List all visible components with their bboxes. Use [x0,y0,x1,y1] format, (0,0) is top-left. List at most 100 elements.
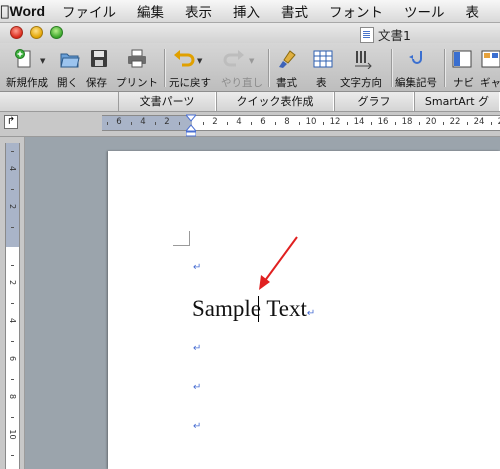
new-document-label: 新規作成 [6,77,48,89]
ruler-tick [443,122,444,125]
tab-stop-selector[interactable]: ↱ [4,115,18,129]
printer-icon [128,49,146,68]
sample-text[interactable]: Sample Text↵ [192,296,315,322]
toolbar-separator [444,49,445,87]
sample-text-content: Sample Text [192,296,307,321]
tab-smartart[interactable]: SmartArt グ [414,92,500,111]
menu-view[interactable]: 表示 [185,1,212,21]
table-icon [313,50,333,68]
window-title-bar: 文書1 [0,23,500,43]
save-floppy-icon [91,50,107,67]
annotation-arrow [259,236,298,290]
text-caret [258,296,259,322]
menu-tools[interactable]: ツール [404,1,445,21]
ruler-tick [11,417,14,418]
paragraph-mark: ↵ [193,262,202,273]
ruler-tick [11,227,14,228]
menu-insert[interactable]: 挿入 [233,1,260,21]
ruler-tick [11,151,14,152]
text-direction-button[interactable]: 文字方向 [340,47,388,89]
undo-icon [174,50,195,67]
ruler-number: 4 [8,317,17,324]
zoom-window-button[interactable] [50,26,63,39]
redo-button[interactable]: ▼ やり直し [219,47,263,89]
ruler-number: 4 [8,165,17,172]
ruler-number: 6 [116,117,122,127]
undo-button[interactable]: ▼ 元に戻す [169,47,215,89]
formatting-marks-icon [409,51,422,64]
format-label: 書式 [276,77,297,89]
margin-corner-mark [173,231,190,246]
document-title-text: 文書1 [378,28,411,43]
toolbar-separator [268,49,269,87]
menu-format[interactable]: 書式 [281,1,308,21]
new-document-button[interactable]: ▼ 新規作成 [6,47,54,89]
ruler-tick [131,122,132,125]
vertical-ruler[interactable]: 4 2 2 4 6 8 10 [5,143,20,469]
ruler-tick [251,122,252,125]
top-margin-area [6,143,19,247]
formatting-marks-label: 編集記号 [395,77,437,89]
redo-icon [223,50,244,67]
ruler-number: 2 [212,117,218,127]
ruler-tick [11,189,14,190]
minimize-window-button[interactable] [30,26,43,39]
menu-edit[interactable]: 編集 [137,1,164,21]
print-label: プリント [116,77,158,89]
paragraph-mark: ↵ [306,308,316,319]
menu-file[interactable]: ファイル [62,1,116,21]
ruler-number: 2 [164,117,170,127]
ruler-tick [11,303,14,304]
ruler-number: 8 [284,117,290,127]
menu-bar:  Word ファイル 編集 表示 挿入 書式 フォント ツール 表 [0,0,500,23]
print-button[interactable]: プリント [116,47,160,89]
horizontal-ruler[interactable]: 6422468101214161820222426 [102,115,500,131]
ruler-tick [11,265,14,266]
menu-font[interactable]: フォント [329,1,383,21]
apple-menu-icon[interactable]:  [0,2,9,20]
elements-gallery-tabs: 文書パーツ クイック表作成 グラフ SmartArt グ [0,92,500,112]
gallery-icon [481,50,500,68]
ruler-number: 4 [236,117,242,127]
ruler-tick [395,122,396,125]
text-direction-label: 文字方向 [340,77,382,89]
save-label: 保存 [86,77,107,89]
menu-table[interactable]: 表 [466,1,480,21]
ruler-tick [299,122,300,125]
open-button[interactable]: 開く [57,47,83,89]
ruler-number: 20 [425,117,437,127]
table-label: 表 [316,77,327,89]
format-brush-icon [279,50,296,68]
ruler-tick [155,122,156,125]
ruler-number: 10 [8,429,17,440]
table-button[interactable]: 表 [310,47,336,89]
indent-markers[interactable] [186,113,196,137]
navigation-pane-button[interactable]: ナビ [449,47,475,89]
gallery-button[interactable]: ギャ [478,47,500,89]
tab-document-parts[interactable]: 文書パーツ [118,92,216,111]
ruler-number: 4 [140,117,146,127]
ruler-tick [11,341,14,342]
ruler-tick [227,122,228,125]
paragraph-mark: ↵ [193,343,202,354]
formatting-marks-button[interactable]: 編集記号 [395,47,441,89]
undo-label: 元に戻す [169,77,211,89]
close-window-button[interactable] [10,26,23,39]
ruler-number: 6 [8,355,17,362]
ruler-tick [11,455,14,456]
ruler-tick [179,122,180,125]
ruler-number: 2 [8,279,17,286]
format-painter-button[interactable]: 書式 [274,47,300,89]
ruler-number: 14 [353,117,365,127]
standard-toolbar: ▼ 新規作成 開く 保存 プリント ▼ 元に戻す ▼ やり直し 書式 表 文字方… [0,43,500,92]
tab-quick-tables[interactable]: クイック表作成 [216,92,334,111]
ruler-tick [347,122,348,125]
paragraph-mark: ↵ [193,382,202,393]
tab-charts[interactable]: グラフ [334,92,414,111]
redo-label: やり直し [221,77,263,89]
save-button[interactable]: 保存 [86,47,112,89]
ruler-number: 16 [377,117,389,127]
ruler-number: 18 [401,117,413,127]
menu-app-word[interactable]: Word [9,3,45,19]
navigation-label: ナビ [453,77,474,89]
